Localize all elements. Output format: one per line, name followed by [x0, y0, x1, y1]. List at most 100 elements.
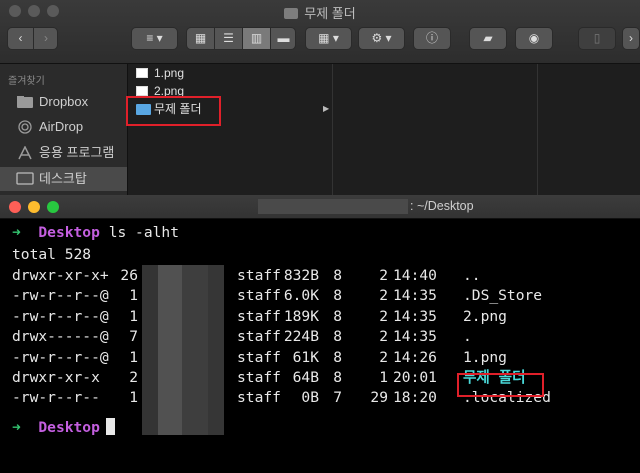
terminal-window: : ~/Desktop ➜ Desktop ls -alht total 528… [0, 195, 640, 473]
ls-day: 2 [379, 307, 388, 325]
terminal-output[interactable]: ➜ Desktop ls -alht total 528 drwxr-xr-x+… [0, 218, 640, 473]
zoom-window-button[interactable] [47, 201, 59, 213]
column-view-button[interactable]: ▥ [243, 28, 270, 49]
ls-perm: drwx------@ [12, 328, 109, 346]
group-button[interactable]: ▦ ▾ [305, 27, 352, 50]
folder-icon [17, 96, 33, 108]
file-item[interactable]: 1.png [128, 64, 332, 82]
ls-links: 1 [129, 348, 138, 366]
ls-time: 14:35 [393, 287, 437, 305]
close-window-button[interactable] [9, 201, 21, 213]
ls-links: 26 [120, 267, 138, 284]
prompt-directory: Desktop [38, 419, 100, 436]
folder-icon [284, 8, 299, 19]
ls-perm: -rw-r--r-- [12, 389, 100, 407]
command-text: ls -alht [108, 224, 179, 241]
ls-time: 14:35 [393, 328, 437, 346]
ls-time: 14:26 [393, 348, 437, 366]
highlight-box [457, 373, 544, 397]
ls-day: 1 [379, 369, 388, 386]
ls-month: 7 [333, 389, 342, 407]
ls-time: 14:40 [393, 267, 437, 284]
ls-links: 1 [129, 307, 138, 325]
ls-name: .. [463, 267, 481, 284]
ls-day: 2 [379, 287, 388, 305]
ls-day: 2 [379, 267, 388, 284]
quick-look-button[interactable]: ◉ [515, 27, 553, 50]
grid-group-icon: ▦ ▾ [318, 31, 339, 45]
arrange-button[interactable]: ≡ ▾ [131, 27, 178, 50]
ls-perm: -rw-r--r--@ [12, 348, 109, 366]
sidebar-item-label: Dropbox [39, 94, 89, 109]
airdrop-icon [18, 120, 32, 134]
terminal-shortcut-button[interactable]: › [622, 27, 640, 50]
sidebar-item-label: AirDrop [39, 119, 84, 134]
sidebar-item-dropbox[interactable]: Dropbox [0, 90, 127, 114]
sidebar-item-label: 데스크탑 [39, 171, 87, 186]
ls-perm: -rw-r--r--@ [12, 307, 109, 325]
prompt-line: ➜ Desktop [12, 417, 115, 439]
prompt-arrow: ➜ [12, 224, 21, 241]
file-name: 1.png [154, 66, 185, 80]
file-column: 1.png 2.png 무제 폴더 ▶ [128, 64, 333, 195]
icon-view-button[interactable]: ▦ [187, 28, 214, 49]
ls-day: 2 [379, 348, 388, 366]
back-forward-control[interactable]: ‹ › [7, 27, 58, 50]
sidebar-heading: 즐겨찾기 [8, 76, 45, 87]
image-file-icon [136, 68, 148, 78]
ls-name: . [463, 328, 472, 346]
sidebar-item-applications[interactable]: 응용 프로그램 [0, 141, 127, 165]
gallery-view-button[interactable]: ▬ [271, 28, 296, 49]
forward-button[interactable]: › [34, 28, 58, 49]
ls-size: 61K [292, 348, 319, 366]
finder-titlebar: 무제 폴더 ‹ › ≡ ▾ ▦ ☰ ▥ ▬ ▦ ▾ ⚙ ▾ ⓘ ▰ ◉ ▯ › [0, 0, 640, 64]
finder-window: 무제 폴더 ‹ › ≡ ▾ ▦ ☰ ▥ ▬ ▦ ▾ ⚙ ▾ ⓘ ▰ ◉ ▯ › … [0, 0, 640, 195]
trash-button[interactable]: ▯ [578, 27, 616, 50]
ls-size: 0B [301, 389, 319, 407]
ls-links: 2 [129, 369, 138, 386]
ls-links: 1 [129, 287, 138, 305]
info-icon: ⓘ [425, 31, 438, 45]
action-button[interactable]: ⚙ ▾ [358, 27, 405, 50]
ls-size: 224B [283, 328, 319, 346]
ls-size: 64B [292, 369, 319, 386]
disclosure-arrow-icon: ▶ [323, 104, 330, 113]
ls-time: 20:01 [393, 369, 437, 386]
ls-month: 8 [333, 369, 342, 386]
ls-month: 8 [333, 307, 342, 325]
prompt-arrow: ➜ [12, 419, 21, 436]
sidebar-item-airdrop[interactable]: AirDrop [0, 115, 127, 139]
sidebar-item-desktop[interactable]: 데스크탑 [0, 167, 127, 191]
ls-name: .DS_Store [463, 287, 543, 305]
terminal-icon: › [629, 31, 633, 45]
list-arrange-icon: ≡ ▾ [146, 31, 163, 45]
gear-icon: ⚙ ▾ [371, 31, 392, 45]
image-file-icon [136, 86, 148, 96]
ls-links: 7 [129, 328, 138, 346]
eye-icon: ◉ [528, 31, 540, 45]
command-line: ➜ Desktop ls -alht [12, 222, 179, 244]
ls-size: 189K [283, 307, 319, 325]
new-folder-button[interactable]: ▰ [469, 27, 507, 50]
total-line: total 528 [12, 246, 92, 263]
view-mode-control[interactable]: ▦ ☰ ▥ ▬ [186, 27, 296, 50]
ls-time: 14:35 [393, 307, 437, 325]
ls-day: 2 [379, 328, 388, 346]
get-info-button[interactable]: ⓘ [413, 27, 451, 50]
ls-links: 1 [129, 389, 138, 407]
preview-column [333, 64, 538, 195]
back-button[interactable]: ‹ [8, 28, 33, 49]
ls-day: 29 [370, 389, 388, 407]
ls-month: 8 [333, 348, 342, 366]
redacted-owner-column [142, 265, 224, 435]
ls-month: 8 [333, 287, 342, 305]
redacted-region [258, 199, 408, 214]
list-view-button[interactable]: ☰ [215, 28, 242, 49]
ls-perm: drwxr-xr-x+ [12, 267, 109, 284]
ls-month: 8 [333, 328, 342, 346]
desktop-icon [16, 172, 34, 185]
ls-time: 18:20 [393, 389, 437, 407]
ls-month: 8 [333, 267, 342, 284]
minimize-window-button[interactable] [28, 201, 40, 213]
prompt-directory: Desktop [38, 224, 100, 241]
